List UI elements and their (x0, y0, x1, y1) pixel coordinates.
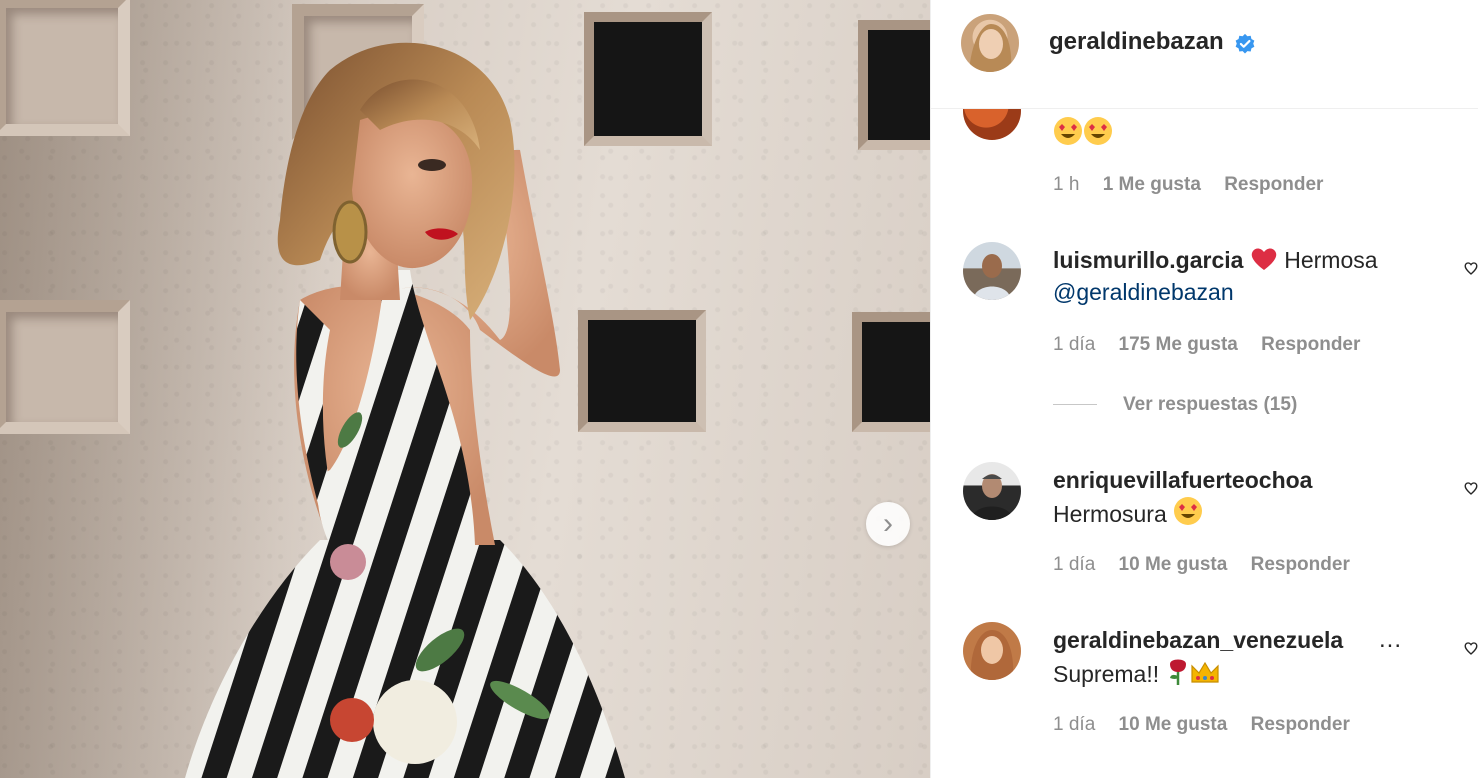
woman-figure (185, 42, 625, 778)
comment-meta: 1 día 10 Me gusta Responder (1053, 554, 1368, 576)
comment-meta: 1 h 1 Me gusta Responder (1053, 174, 1341, 196)
avatar[interactable] (963, 462, 1021, 520)
comment-likes[interactable]: 10 Me gusta (1119, 554, 1228, 575)
avatar[interactable] (963, 242, 1021, 300)
replies-divider (1053, 404, 1097, 406)
avatar[interactable] (961, 14, 1019, 72)
red-heart-emoji (1251, 248, 1277, 270)
verified-badge-icon (1235, 33, 1255, 54)
comment-time: 1 h (1053, 174, 1080, 195)
mention-link[interactable]: @geraldinebazan (1053, 276, 1234, 308)
avatar[interactable] (963, 622, 1021, 680)
comment-likes[interactable]: 1 Me gusta (1103, 174, 1201, 195)
like-heart-icon[interactable] (1463, 640, 1478, 656)
reply-button[interactable]: Responder (1251, 554, 1350, 575)
comment-likes[interactable]: 175 Me gusta (1119, 334, 1238, 355)
comment-time: 1 día (1053, 714, 1096, 735)
reply-button[interactable]: Responder (1224, 174, 1323, 195)
heart-eyes-emoji (1174, 497, 1203, 525)
comment-text: enriquevillafuerteochoa (1053, 464, 1312, 496)
comment-list: 1 h 1 Me gusta Responder luismurillo.gar… (931, 108, 1478, 778)
avatar[interactable] (963, 108, 1021, 140)
post-photo[interactable]: › (0, 0, 930, 778)
comment-body: Hermosura (1053, 501, 1167, 527)
post-header: geraldinebazan (931, 0, 1478, 109)
crown-emoji (1190, 661, 1219, 683)
heart-eyes-emoji (1054, 117, 1082, 145)
more-options-button[interactable]: ... (1379, 626, 1402, 654)
comment-time: 1 día (1053, 554, 1096, 575)
like-heart-icon[interactable] (1463, 260, 1478, 276)
view-replies-button[interactable]: Ver respuestas (15) (1053, 394, 1297, 416)
view-replies-label: Ver respuestas (15) (1123, 394, 1298, 415)
comment-username[interactable]: enriquevillafuerteochoa (1053, 467, 1312, 493)
comment-body: Hermosa (1284, 247, 1378, 273)
heart-eyes-emoji (1084, 117, 1112, 145)
comment-meta: 1 día 175 Me gusta Responder (1053, 334, 1378, 356)
comment-time: 1 día (1053, 334, 1096, 355)
comment-text: Suprema!! (1053, 656, 1220, 690)
reply-button[interactable]: Responder (1251, 714, 1350, 735)
post-author-username[interactable]: geraldinebazan (1049, 28, 1224, 56)
like-heart-icon[interactable] (1463, 480, 1478, 496)
comment-body: Suprema!! (1053, 661, 1160, 687)
comments-panel: geraldinebazan 1 h 1 Me gusta Responder (930, 0, 1478, 778)
reply-button[interactable]: Responder (1261, 334, 1360, 355)
comment-text: luismurillo.garcia Hermosa (1053, 244, 1378, 276)
comment-username[interactable]: luismurillo.garcia (1053, 247, 1243, 273)
comment-meta: 1 día 10 Me gusta Responder (1053, 714, 1368, 736)
comment-text (1053, 116, 1113, 150)
comment-likes[interactable]: 10 Me gusta (1119, 714, 1228, 735)
next-photo-button[interactable]: › (866, 502, 910, 546)
comment-username[interactable]: geraldinebazan_venezuela (1053, 627, 1343, 653)
rose-emoji (1169, 659, 1186, 685)
chevron-right-icon: › (883, 507, 893, 540)
comment-text: Hermosura (1053, 496, 1203, 530)
comment-text: geraldinebazan_venezuela (1053, 624, 1343, 656)
